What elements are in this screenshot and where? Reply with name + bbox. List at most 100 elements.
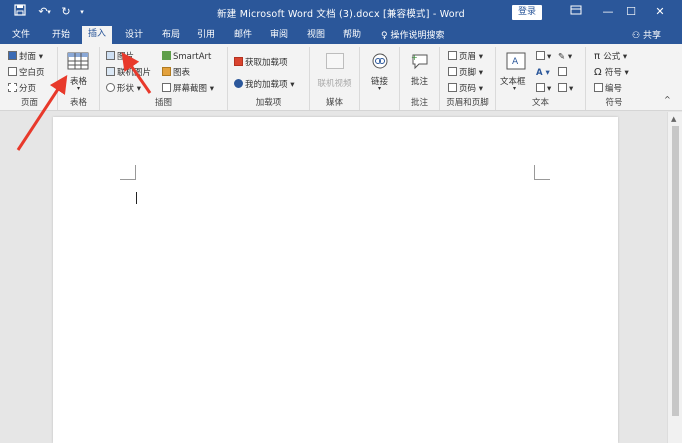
page-break-button[interactable]: 分页 [8,83,36,95]
tab-layout[interactable]: 布局 [162,28,180,44]
ribbon-display-icon[interactable] [566,3,586,21]
dropcap-button[interactable]: ▾ [536,83,551,95]
tell-me-search[interactable]: ♀ 操作说明搜索 [381,28,444,41]
date-time-button[interactable] [558,67,569,79]
group-symbols: π 公式 ▾ Ω 符号 ▾ 编号 符号 [586,47,642,110]
picture-button[interactable]: 图片 [106,51,134,63]
quick-parts-button[interactable]: ▾ [536,51,551,63]
page-number-button[interactable]: 页码 ▾ [448,83,483,95]
cover-page-button[interactable]: 封面 ▾ [8,51,43,63]
document-area [0,112,682,443]
ribbon: 封面 ▾ 空白页 分页 页面 表格 ▾ 表格 图片 联机图片 形状 ▾ Smar… [0,44,682,111]
get-addins-button[interactable]: 获取加载项 [234,57,288,69]
group-text-label: 文本 [531,98,549,108]
header-button[interactable]: 页眉 ▾ [448,51,483,63]
numbering-button[interactable]: 编号 [594,83,622,95]
textbox-dropdown-icon: ▾ [513,85,517,92]
cover-page-icon [8,51,17,60]
minimize-icon[interactable]: — [598,3,618,21]
online-video-label: 联机视频 [317,79,352,89]
online-picture-label: 联机图片 [117,68,152,78]
signature-line-button[interactable]: ✎ ▾ [558,51,572,63]
object-button[interactable]: ▾ [558,83,573,95]
blank-page-button[interactable]: 空白页 [8,67,45,79]
smartart-button[interactable]: SmartArt [162,51,211,63]
collapse-ribbon-icon[interactable]: ^ [664,94,671,106]
user-icon: ⚇ [632,31,643,41]
chart-label: 图表 [173,68,191,78]
signature-icon: ✎ [558,52,566,62]
comment-icon: + [411,53,428,70]
share-label: 共享 [642,31,661,41]
tab-review[interactable]: 审阅 [270,28,288,44]
table-dropdown-icon: ▾ [76,85,80,92]
footer-label: 页脚 [459,68,477,78]
screenshot-button[interactable]: 屏幕截图 ▾ [162,83,214,95]
group-pages-label: 页面 [20,98,38,108]
smartart-icon [162,51,171,60]
close-icon[interactable]: ✕ [650,3,670,21]
share-button[interactable]: ⚇ 共享 [632,28,661,41]
margin-mark-top-right-h [534,179,550,180]
group-text: A 文本框 ▾ ▾ A ▾ ▾ ✎ ▾ ▾ 文本 [496,47,586,110]
group-illustrations-label: 插图 [154,98,172,108]
my-addins-button[interactable]: 我的加载项 ▾ [234,79,294,91]
footer-button[interactable]: 页脚 ▾ [448,67,483,79]
blank-page-label: 空白页 [19,68,45,78]
date-time-icon [558,67,567,76]
numbering-icon [594,83,603,92]
shapes-label: 形状 [117,84,135,94]
group-illustrations: 图片 联机图片 形状 ▾ SmartArt 图表 屏幕截图 ▾ 插图 [100,47,228,110]
footer-icon [448,67,457,76]
group-tables: 表格 ▾ 表格 [58,47,100,110]
picture-label: 图片 [117,52,135,62]
document-page[interactable] [53,117,618,443]
tab-insert[interactable]: 插入 [82,26,113,44]
login-button[interactable]: 登录 [512,5,542,20]
word-window: ↶ ▾ ↻ ▾ 新建 Microsoft Word 文档 (3).docx [兼… [0,0,682,443]
tab-mailings[interactable]: 邮件 [234,28,252,44]
links-dropdown-icon: ▾ [377,85,381,92]
get-addins-label: 获取加载项 [245,58,288,68]
table-icon [67,52,89,70]
group-header-footer-label: 页眉和页脚 [446,98,489,108]
scroll-thumb[interactable] [672,126,679,416]
comment-label: 批注 [410,77,428,87]
online-picture-button[interactable]: 联机图片 [106,67,151,79]
tab-references[interactable]: 引用 [197,28,215,44]
dropcap-icon [536,83,545,92]
omega-icon: Ω [594,67,605,78]
online-picture-icon [106,67,115,76]
smartart-label: SmartArt [173,52,212,62]
group-header-footer: 页眉 ▾ 页脚 ▾ 页码 ▾ 页眉和页脚 [440,47,496,110]
page-number-icon [448,83,457,92]
symbol-label: 符号 [604,68,622,78]
tab-file[interactable]: 文件 [12,28,30,44]
group-media-label: 媒体 [325,98,343,108]
screenshot-label: 屏幕截图 [173,84,208,94]
tab-home[interactable]: 开始 [52,28,70,44]
header-icon [448,51,457,60]
tab-help[interactable]: 帮助 [343,28,361,44]
group-addins-label: 加载项 [255,98,282,108]
textbox-icon: A [506,52,526,70]
link-icon [372,53,388,69]
group-media: 联机视频 媒体 [310,47,360,110]
tell-me-label: 操作说明搜索 [390,31,445,41]
title-bar: ↶ ▾ ↻ ▾ 新建 Microsoft Word 文档 (3).docx [兼… [0,0,682,25]
wordart-button[interactable]: A ▾ [536,67,550,79]
symbol-button[interactable]: Ω 符号 ▾ [594,67,629,79]
group-pages: 封面 ▾ 空白页 分页 页面 [2,47,58,110]
shapes-button[interactable]: 形状 ▾ [106,83,141,95]
margin-mark-top-left-v [135,165,136,180]
vertical-scrollbar[interactable]: ▲ [667,112,682,443]
equation-button[interactable]: π 公式 ▾ [594,51,627,63]
scroll-up-icon[interactable]: ▲ [671,115,676,123]
chart-button[interactable]: 图表 [162,67,190,79]
blank-page-icon [8,67,17,76]
tab-design[interactable]: 设计 [125,28,143,44]
group-addins: 获取加载项 我的加载项 ▾ 加载项 [228,47,310,110]
tab-view[interactable]: 视图 [307,28,325,44]
object-icon [558,83,567,92]
maximize-icon[interactable]: ☐ [621,3,641,21]
